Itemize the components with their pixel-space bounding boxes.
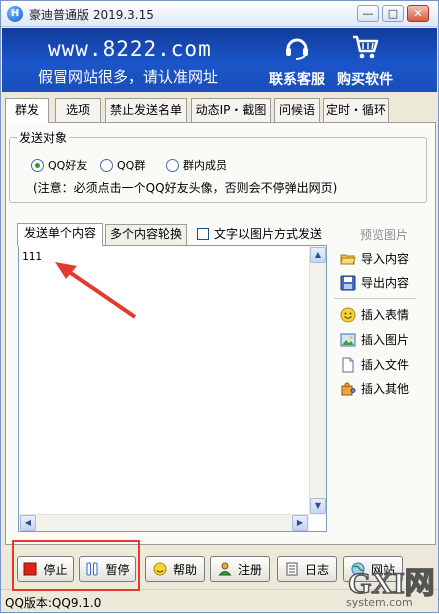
scroll-right-arrow-icon[interactable]: ▶	[292, 515, 308, 531]
insert-image-label: 插入图片	[361, 333, 410, 347]
buy-software-label: 购买软件	[337, 72, 393, 88]
contact-support-button[interactable]: 联系客服	[264, 34, 330, 89]
radio-qq-friends[interactable]: QQ好友	[31, 157, 87, 173]
help-button[interactable]: 帮助	[145, 556, 205, 582]
log-label: 日志	[304, 562, 329, 577]
insert-image-button[interactable]: 插入图片	[340, 331, 409, 348]
smiley-icon	[340, 307, 356, 322]
insert-other-button[interactable]: 插入其他	[340, 380, 409, 397]
vertical-scrollbar[interactable]: ▲ ▼	[309, 246, 326, 515]
register-label: 注册	[237, 562, 262, 577]
preview-image-label: 预览图片	[360, 228, 409, 242]
checkbox-box	[197, 227, 209, 240]
app-logo-icon: H	[7, 6, 23, 22]
image-mode-label: 文字以图片方式发送	[214, 227, 323, 241]
side-divider	[334, 298, 416, 299]
ad-banner[interactable]: www.8222.com 假冒网站很多，请认准网址 联系客服 购买软件	[2, 28, 437, 92]
qq-version-text: QQ版本:QQ9.1.0	[5, 596, 102, 610]
save-disk-icon	[340, 275, 356, 290]
import-content-label: 导入内容	[361, 252, 410, 266]
radio-unselected-icon	[166, 158, 179, 172]
insert-emoji-button[interactable]: 插入表情	[340, 306, 409, 323]
watermark-domain: system.com	[346, 596, 413, 609]
annotation-arrow-icon	[55, 262, 137, 319]
window-title: 豪迪普通版 2019.3.15	[29, 8, 154, 22]
notepad-icon	[286, 562, 298, 576]
buy-software-button[interactable]: 购买软件	[332, 34, 398, 89]
tab-dynamic-ip[interactable]: 动态IP・截图	[191, 98, 271, 122]
tab-schedule[interactable]: 定时・循环	[323, 98, 389, 122]
register-button[interactable]: 注册	[210, 556, 270, 582]
tab-options[interactable]: 选项	[55, 98, 101, 122]
radio-group-members[interactable]: 群内成员	[166, 157, 227, 173]
image-icon	[340, 333, 356, 346]
contact-support-label: 联系客服	[269, 72, 325, 88]
user-icon	[218, 562, 232, 576]
app-window: H 豪迪普通版 2019.3.15 — □ ✕ www.8222.com 假冒网…	[0, 0, 439, 613]
smiley-help-icon	[153, 562, 167, 576]
tab-greetings[interactable]: 问候语	[274, 98, 320, 122]
maximize-button[interactable]: □	[382, 5, 404, 22]
highlight-annotation-box	[12, 540, 140, 591]
close-button[interactable]: ✕	[407, 5, 429, 22]
title-bar: H 豪迪普通版 2019.3.15 — □ ✕	[1, 1, 438, 27]
export-content-label: 导出内容	[361, 276, 410, 290]
scroll-left-arrow-icon[interactable]: ◀	[20, 515, 36, 531]
radio-group-members-label: 群内成员	[183, 159, 227, 172]
import-content-button[interactable]: 导入内容	[340, 250, 409, 267]
scroll-down-arrow-icon[interactable]: ▼	[310, 498, 326, 514]
file-icon	[342, 357, 354, 372]
insert-file-label: 插入文件	[361, 358, 410, 372]
banner-url[interactable]: www.8222.com	[48, 37, 212, 61]
banner-slogan: 假冒网站很多，请认准网址	[38, 68, 219, 86]
log-button[interactable]: 日志	[277, 556, 337, 582]
tab-blocklist[interactable]: 禁止发送名单	[105, 98, 187, 122]
radio-qq-friends-label: QQ好友	[48, 159, 88, 172]
cart-icon	[353, 35, 379, 59]
radio-selected-icon	[31, 158, 44, 172]
export-content-button[interactable]: 导出内容	[340, 274, 409, 291]
radio-qq-groups-label: QQ群	[117, 159, 146, 172]
insert-other-label: 插入其他	[361, 382, 410, 396]
radio-qq-groups[interactable]: QQ群	[100, 157, 145, 173]
watermark: GXI网 system.com	[340, 558, 439, 614]
scroll-up-arrow-icon[interactable]: ▲	[310, 247, 326, 263]
headset-icon	[286, 38, 308, 60]
horizontal-scrollbar[interactable]: ◀ ▶	[19, 514, 309, 531]
tab-rotate-content[interactable]: 多个内容轮换	[105, 224, 187, 245]
radio-unselected-icon	[100, 158, 113, 172]
tab-single-content[interactable]: 发送单个内容	[17, 223, 103, 246]
insert-file-button[interactable]: 插入文件	[340, 356, 409, 373]
image-mode-checkbox[interactable]: 文字以图片方式发送	[197, 225, 322, 242]
help-label: 帮助	[172, 562, 197, 577]
send-target-title: 发送对象	[17, 129, 70, 146]
notice-text: (注意：必须点击一个QQ好友头像，否则会不停弹出网页)	[33, 181, 338, 195]
puzzle-icon	[341, 382, 356, 395]
insert-emoji-label: 插入表情	[361, 308, 410, 322]
minimize-button[interactable]: —	[357, 5, 379, 22]
folder-open-icon	[340, 254, 356, 264]
editor-content[interactable]: 111	[22, 250, 42, 263]
tab-group-send[interactable]: 群发	[5, 98, 49, 123]
